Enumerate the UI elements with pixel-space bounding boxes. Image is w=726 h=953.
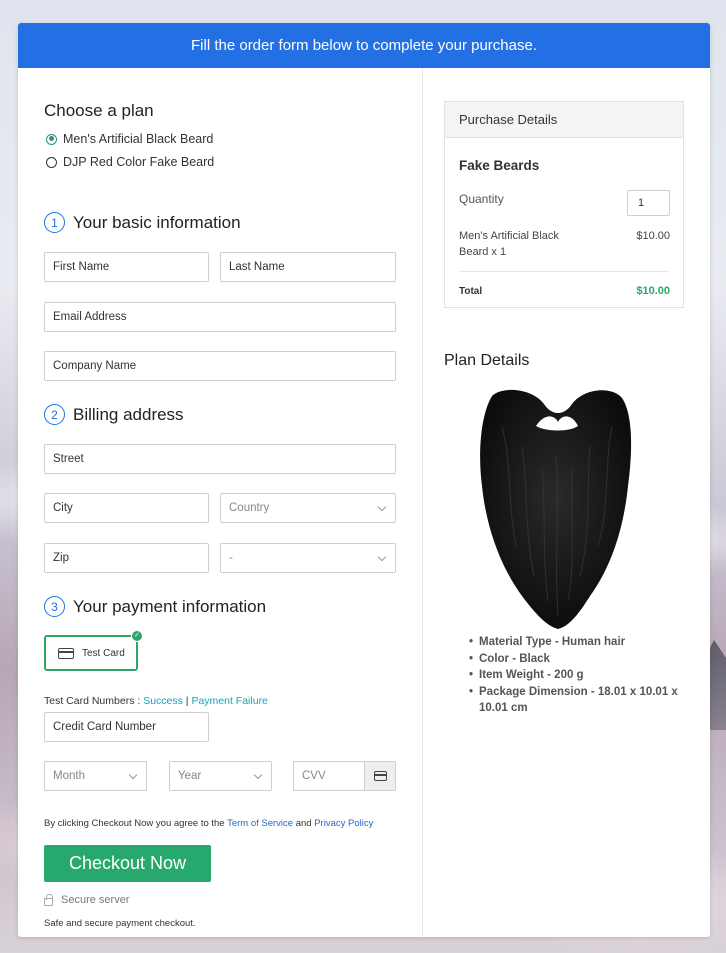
- plan-details-list: Material Type - Human hair Color - Black…: [469, 634, 694, 717]
- test-card-numbers-label: Test Card Numbers :: [44, 695, 144, 707]
- country-select[interactable]: Country: [220, 493, 396, 523]
- payment-heading: 3 Your payment information: [44, 596, 266, 617]
- product-name: Fake Beards: [459, 158, 540, 173]
- checkout-button[interactable]: Checkout Now: [44, 845, 211, 882]
- radio-icon[interactable]: [46, 156, 57, 168]
- chevron-down-icon: [253, 770, 263, 780]
- quantity-label: Quantity: [459, 192, 504, 206]
- section-title: Your payment information: [73, 596, 267, 616]
- year-select-value: Year: [178, 770, 202, 782]
- purchase-details-box: Purchase Details Fake Beards Quantity 1 …: [444, 101, 684, 308]
- terms-link[interactable]: Term of Service: [227, 818, 293, 829]
- last-name-input[interactable]: Last Name: [220, 252, 396, 282]
- chevron-down-icon: [377, 552, 387, 562]
- total-value: $10.00: [636, 285, 670, 297]
- step-number-icon: 3: [44, 596, 65, 617]
- company-input[interactable]: Company Name: [44, 351, 396, 381]
- email-input[interactable]: Email Address: [44, 302, 396, 332]
- cvv-placeholder: CVV: [302, 770, 326, 782]
- secure-server-label: Secure server: [61, 894, 130, 906]
- chevron-down-icon: [128, 770, 138, 780]
- step-number-icon: 1: [44, 212, 65, 233]
- order-banner: Fill the order form below to complete yo…: [18, 23, 710, 68]
- list-item: Package Dimension - 18.01 x 10.01 x 10.0…: [469, 684, 694, 717]
- check-icon: ✓: [131, 630, 143, 642]
- summary-divider: [459, 271, 669, 272]
- cvv-card-button[interactable]: [364, 762, 395, 790]
- plan-option-black-beard[interactable]: Men's Artificial Black Beard: [46, 132, 213, 146]
- column-divider: [422, 68, 423, 937]
- plan-option-red-beard[interactable]: DJP Red Color Fake Beard: [46, 155, 214, 169]
- radio-selected-icon[interactable]: [46, 133, 57, 145]
- success-link[interactable]: Success: [143, 695, 183, 707]
- agreement-prefix: By clicking Checkout Now you agree to th…: [44, 818, 228, 829]
- order-form-card: Fill the order form below to complete yo…: [18, 23, 710, 937]
- test-card-numbers: Test Card Numbers : Success | Payment Fa…: [44, 695, 268, 707]
- zip-input[interactable]: Zip: [44, 543, 209, 573]
- basic-info-heading: 1 Your basic information: [44, 212, 241, 233]
- total-label: Total: [459, 286, 483, 297]
- credit-card-icon: [373, 771, 387, 781]
- quantity-input[interactable]: 1: [627, 190, 670, 216]
- list-item: Material Type - Human hair: [469, 634, 694, 651]
- beard-product-image: [480, 389, 632, 629]
- purchase-details-heading: Purchase Details: [445, 102, 683, 138]
- section-title: Billing address: [73, 404, 184, 424]
- agreement-and: and: [293, 818, 315, 829]
- privacy-link[interactable]: Privacy Policy: [314, 818, 373, 829]
- plan-option-label: Men's Artificial Black Beard: [63, 132, 214, 146]
- list-item: Color - Black: [469, 651, 694, 668]
- month-select-value: Month: [53, 770, 85, 782]
- billing-heading: 2 Billing address: [44, 404, 184, 425]
- test-card-label: Test Card: [82, 647, 125, 659]
- plan-details-heading: Plan Details: [444, 352, 530, 369]
- secure-server: Secure server: [44, 893, 130, 906]
- line-item-name: Men's Artificial Black Beard x 1: [459, 230, 559, 258]
- credit-card-icon: [58, 647, 74, 659]
- payment-failure-link[interactable]: Payment Failure: [191, 695, 267, 707]
- section-title: Your basic information: [73, 212, 241, 232]
- chevron-down-icon: [377, 502, 387, 512]
- city-input[interactable]: City: [44, 493, 209, 523]
- country-select-value: Country: [229, 502, 270, 514]
- state-select-value: -: [229, 552, 233, 564]
- month-select[interactable]: Month: [44, 761, 147, 791]
- year-select[interactable]: Year: [169, 761, 272, 791]
- cvv-input[interactable]: CVV: [293, 761, 396, 791]
- card-number-input[interactable]: Credit Card Number: [44, 712, 209, 742]
- agreement-text: By clicking Checkout Now you agree to th…: [44, 818, 373, 829]
- line-item-price: $10.00: [636, 230, 670, 242]
- state-select[interactable]: -: [220, 543, 396, 573]
- lock-icon: [44, 893, 53, 906]
- street-input[interactable]: Street: [44, 444, 396, 474]
- first-name-input[interactable]: First Name: [44, 252, 209, 282]
- plan-option-label: DJP Red Color Fake Beard: [63, 155, 215, 169]
- step-number-icon: 2: [44, 404, 65, 425]
- choose-plan-heading: Choose a plan: [44, 101, 154, 120]
- safe-checkout-text: Safe and secure payment checkout.: [44, 918, 196, 929]
- test-card-option[interactable]: Test Card ✓: [44, 630, 143, 671]
- list-item: Item Weight - 200 g: [469, 667, 694, 684]
